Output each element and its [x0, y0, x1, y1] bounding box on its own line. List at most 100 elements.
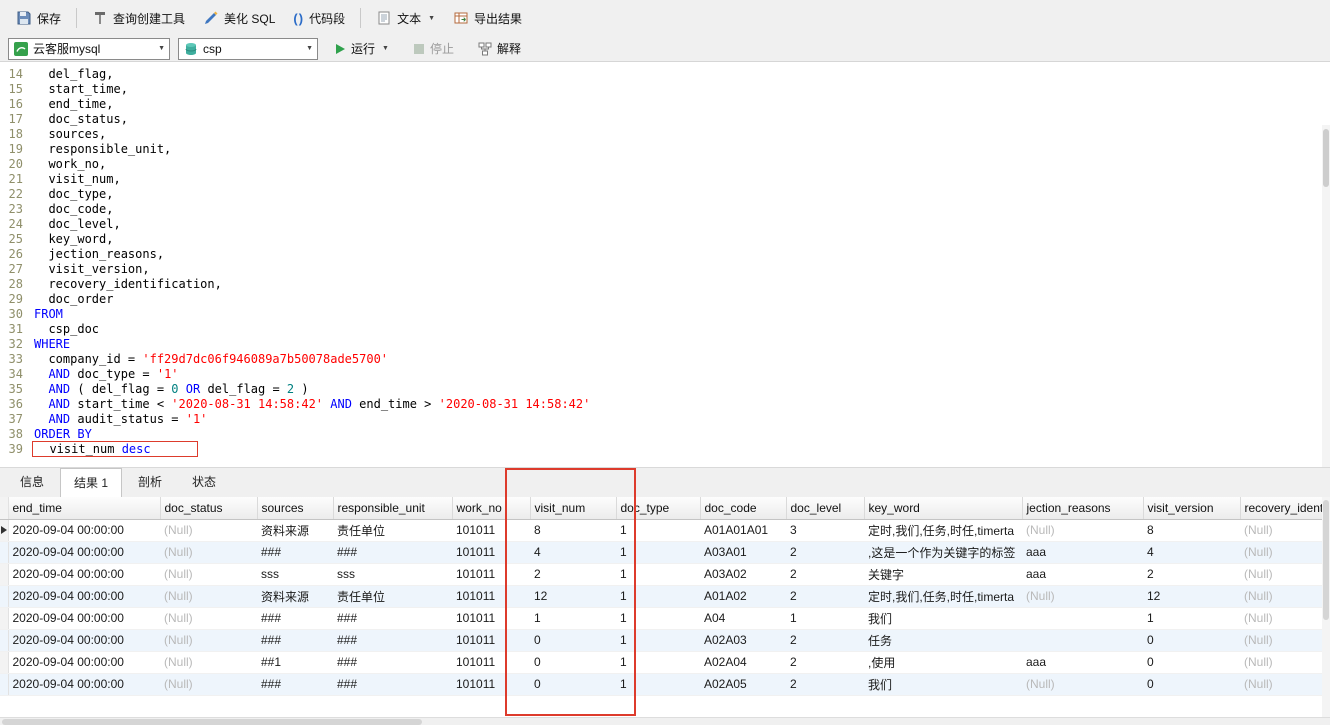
- column-header-doc_code[interactable]: doc_code: [700, 497, 786, 519]
- cell-key_word[interactable]: 定时,我们,任务,时任,timerta: [864, 585, 1022, 607]
- cell-work_no[interactable]: 101011: [452, 519, 530, 541]
- editor-line[interactable]: 39 visit_num desc: [0, 442, 1330, 457]
- cell-responsible_unit[interactable]: 责任单位: [333, 585, 452, 607]
- grid-vertical-scrollbar[interactable]: [1322, 497, 1330, 717]
- cell-responsible_unit[interactable]: ###: [333, 541, 452, 563]
- table-row[interactable]: 2020-09-04 00:00:00(Null)######10101141A…: [0, 541, 1322, 563]
- table-row[interactable]: 2020-09-04 00:00:00(Null)资料来源责任单位1010118…: [0, 519, 1322, 541]
- sql-editor[interactable]: 14 del_flag,15 start_time,16 end_time,17…: [0, 62, 1330, 467]
- query-builder-button[interactable]: 查询创建工具: [84, 6, 193, 31]
- row-selector[interactable]: [0, 629, 8, 651]
- cell-end_time[interactable]: 2020-09-04 00:00:00: [8, 541, 160, 563]
- editor-line[interactable]: 37 AND audit_status = '1': [0, 412, 1330, 427]
- cell-doc_type[interactable]: 1: [616, 673, 700, 695]
- scrollbar-thumb[interactable]: [2, 719, 422, 725]
- table-row[interactable]: 2020-09-04 00:00:00(Null)资料来源责任单位1010111…: [0, 585, 1322, 607]
- cell-work_no[interactable]: 101011: [452, 541, 530, 563]
- editor-line[interactable]: 22 doc_type,: [0, 187, 1330, 202]
- table-row[interactable]: 2020-09-04 00:00:00(Null)######10101101A…: [0, 673, 1322, 695]
- cell-doc_type[interactable]: 1: [616, 541, 700, 563]
- explain-button[interactable]: 解释: [470, 36, 529, 61]
- cell-key_word[interactable]: 关键字: [864, 563, 1022, 585]
- column-header-end_time[interactable]: end_time: [8, 497, 160, 519]
- cell-doc_code[interactable]: A03A02: [700, 563, 786, 585]
- cell-end_time[interactable]: 2020-09-04 00:00:00: [8, 673, 160, 695]
- cell-recovery_identification[interactable]: (Null): [1240, 607, 1322, 629]
- editor-line[interactable]: 19 responsible_unit,: [0, 142, 1330, 157]
- cell-doc_code[interactable]: A01A01A01: [700, 519, 786, 541]
- cell-jection_reasons[interactable]: aaa: [1022, 563, 1143, 585]
- cell-jection_reasons[interactable]: [1022, 607, 1143, 629]
- cell-visit_num[interactable]: 1: [530, 607, 616, 629]
- cell-end_time[interactable]: 2020-09-04 00:00:00: [8, 585, 160, 607]
- tab-info[interactable]: 信息: [6, 467, 58, 497]
- cell-visit_num[interactable]: 2: [530, 563, 616, 585]
- column-header-work_no[interactable]: work_no: [452, 497, 530, 519]
- cell-recovery_identification[interactable]: (Null): [1240, 585, 1322, 607]
- cell-doc_status[interactable]: (Null): [160, 651, 257, 673]
- editor-line[interactable]: 18 sources,: [0, 127, 1330, 142]
- cell-jection_reasons[interactable]: aaa: [1022, 541, 1143, 563]
- editor-line[interactable]: 25 key_word,: [0, 232, 1330, 247]
- cell-doc_level[interactable]: 2: [786, 585, 864, 607]
- cell-doc_code[interactable]: A04: [700, 607, 786, 629]
- beautify-sql-button[interactable]: 美化 SQL: [195, 6, 283, 31]
- editor-line[interactable]: 33 company_id = 'ff29d7dc06f946089a7b500…: [0, 352, 1330, 367]
- row-selector[interactable]: [0, 585, 8, 607]
- column-header-doc_level[interactable]: doc_level: [786, 497, 864, 519]
- cell-visit_num[interactable]: 0: [530, 673, 616, 695]
- cell-jection_reasons[interactable]: (Null): [1022, 673, 1143, 695]
- row-selector[interactable]: [0, 541, 8, 563]
- cell-key_word[interactable]: 任务: [864, 629, 1022, 651]
- cell-doc_code[interactable]: A03A01: [700, 541, 786, 563]
- scrollbar-thumb[interactable]: [1323, 500, 1329, 620]
- tab-result-1[interactable]: 结果 1: [60, 468, 122, 498]
- cell-sources[interactable]: ###: [257, 629, 333, 651]
- cell-work_no[interactable]: 101011: [452, 651, 530, 673]
- editor-line[interactable]: 20 work_no,: [0, 157, 1330, 172]
- column-header-jection_reasons[interactable]: jection_reasons: [1022, 497, 1143, 519]
- table-row[interactable]: 2020-09-04 00:00:00(Null)######10101101A…: [0, 629, 1322, 651]
- cell-doc_type[interactable]: 1: [616, 519, 700, 541]
- cell-end_time[interactable]: 2020-09-04 00:00:00: [8, 563, 160, 585]
- row-selector[interactable]: [0, 563, 8, 585]
- cell-doc_level[interactable]: 1: [786, 607, 864, 629]
- cell-doc_status[interactable]: (Null): [160, 673, 257, 695]
- cell-doc_code[interactable]: A01A02: [700, 585, 786, 607]
- cell-sources[interactable]: sss: [257, 563, 333, 585]
- cell-work_no[interactable]: 101011: [452, 629, 530, 651]
- table-row[interactable]: 2020-09-04 00:00:00(Null)##1###10101101A…: [0, 651, 1322, 673]
- cell-doc_type[interactable]: 1: [616, 585, 700, 607]
- cell-recovery_identification[interactable]: (Null): [1240, 629, 1322, 651]
- cell-sources[interactable]: 资料来源: [257, 519, 333, 541]
- cell-doc_status[interactable]: (Null): [160, 541, 257, 563]
- cell-doc_level[interactable]: 2: [786, 629, 864, 651]
- cell-work_no[interactable]: 101011: [452, 673, 530, 695]
- cell-responsible_unit[interactable]: 责任单位: [333, 519, 452, 541]
- connection-select[interactable]: 云客服mysql ▼: [8, 38, 170, 60]
- cell-sources[interactable]: ##1: [257, 651, 333, 673]
- cell-visit_version[interactable]: 0: [1143, 629, 1240, 651]
- cell-responsible_unit[interactable]: ###: [333, 607, 452, 629]
- database-select[interactable]: csp ▼: [178, 38, 318, 60]
- editor-line[interactable]: 24 doc_level,: [0, 217, 1330, 232]
- cell-responsible_unit[interactable]: sss: [333, 563, 452, 585]
- cell-recovery_identification[interactable]: (Null): [1240, 651, 1322, 673]
- cell-visit_num[interactable]: 0: [530, 651, 616, 673]
- cell-sources[interactable]: 资料来源: [257, 585, 333, 607]
- row-selector[interactable]: [0, 519, 8, 541]
- cell-end_time[interactable]: 2020-09-04 00:00:00: [8, 519, 160, 541]
- cell-end_time[interactable]: 2020-09-04 00:00:00: [8, 607, 160, 629]
- column-header-recovery_identification[interactable]: recovery_identification: [1240, 497, 1322, 519]
- column-header-doc_status[interactable]: doc_status: [160, 497, 257, 519]
- cell-visit_num[interactable]: 12: [530, 585, 616, 607]
- cell-recovery_identification[interactable]: (Null): [1240, 519, 1322, 541]
- cell-jection_reasons[interactable]: aaa: [1022, 651, 1143, 673]
- cell-doc_type[interactable]: 1: [616, 563, 700, 585]
- cell-doc_code[interactable]: A02A03: [700, 629, 786, 651]
- editor-line[interactable]: 38ORDER BY: [0, 427, 1330, 442]
- editor-line[interactable]: 31 csp_doc: [0, 322, 1330, 337]
- tab-status[interactable]: 状态: [178, 467, 230, 497]
- cell-doc_level[interactable]: 2: [786, 651, 864, 673]
- editor-line[interactable]: 21 visit_num,: [0, 172, 1330, 187]
